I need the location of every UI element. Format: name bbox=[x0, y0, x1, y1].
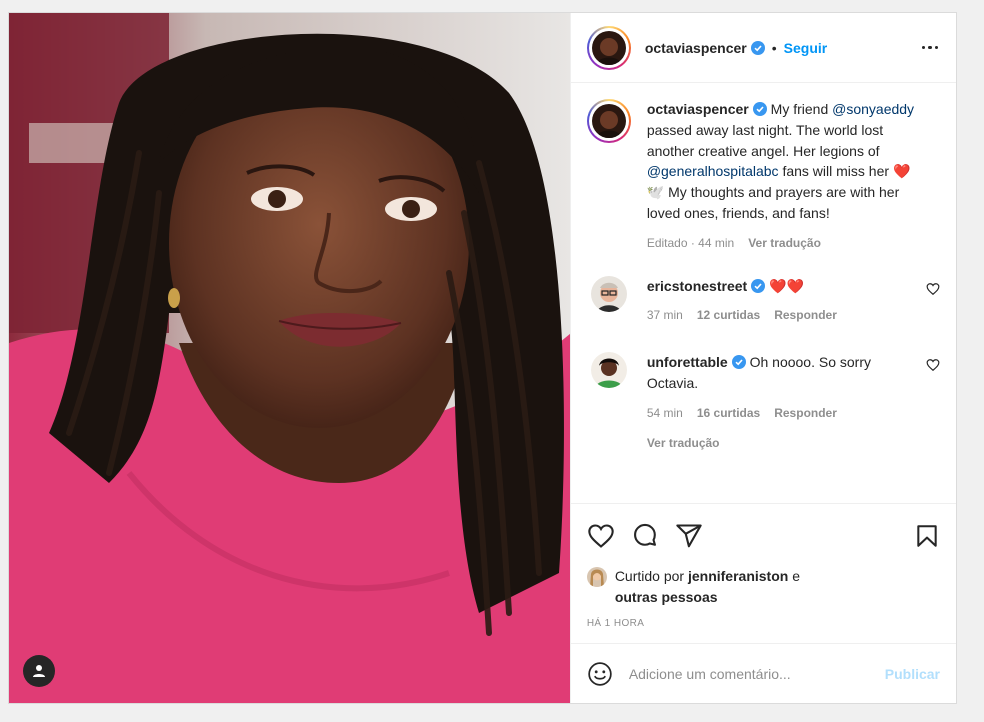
avatar[interactable] bbox=[590, 352, 627, 389]
avatar bbox=[591, 104, 626, 138]
author-username[interactable]: octaviaspencer bbox=[645, 40, 747, 56]
caption-body: octaviaspencer My friend @sonyaeddy pass… bbox=[647, 99, 940, 254]
likes-summary: Curtido por jenniferaniston e outras pes… bbox=[586, 566, 940, 608]
more-options-button[interactable] bbox=[920, 40, 941, 56]
share-paper-plane-icon[interactable] bbox=[675, 522, 703, 550]
comment-time: 54 min bbox=[646, 405, 683, 420]
comment-text: ❤️❤️ bbox=[769, 277, 804, 294]
post-timestamp[interactable]: Há 1 hora bbox=[587, 618, 940, 629]
see-translation-link[interactable]: Ver tradução bbox=[748, 233, 821, 254]
caption: octaviaspencer My friend @sonyaeddy pass… bbox=[586, 99, 940, 254]
verified-badge-icon bbox=[750, 40, 765, 55]
likes-prefix: Curtido por bbox=[614, 568, 685, 584]
action-icons bbox=[587, 518, 940, 554]
avatar[interactable] bbox=[590, 275, 627, 312]
comment-time: 37 min bbox=[646, 308, 683, 323]
post-header: octaviaspencer • Seguir bbox=[570, 13, 956, 83]
user-icon bbox=[33, 665, 45, 677]
caption-text: passed away last night. The world lost a… bbox=[646, 121, 884, 159]
comment-input[interactable] bbox=[628, 665, 885, 682]
heart-icon[interactable] bbox=[926, 358, 940, 372]
avatar[interactable] bbox=[586, 567, 607, 587]
reply-button[interactable]: Responder bbox=[774, 305, 837, 326]
comment-likes[interactable]: 16 curtidas bbox=[697, 403, 760, 424]
comment: unforettable Oh noooo. So sorry Octavia.… bbox=[587, 352, 940, 453]
comment: ericstonestreet ❤️❤️ 37 min 12 curtidas … bbox=[587, 275, 940, 327]
caption-meta: Editado · 44 min Ver tradução bbox=[647, 233, 920, 254]
verified-badge-icon bbox=[731, 355, 746, 370]
caption-avatar-ring[interactable] bbox=[586, 99, 631, 143]
avatar bbox=[591, 30, 626, 65]
reply-button[interactable]: Responder bbox=[774, 403, 837, 424]
comment-meta: 54 min 16 curtidas Responder bbox=[647, 403, 920, 424]
portrait-image bbox=[9, 13, 570, 703]
ellipsis-dot bbox=[934, 45, 938, 50]
verified-badge-icon bbox=[751, 278, 766, 293]
likes-text: Curtido por jenniferaniston e outras pes… bbox=[615, 566, 800, 608]
publish-button[interactable]: Publicar bbox=[885, 666, 940, 682]
edited-time: Editado · 44 min bbox=[646, 235, 735, 250]
see-translation-link[interactable]: Ver tradução bbox=[647, 433, 920, 454]
likes-others-link[interactable]: outras pessoas bbox=[615, 589, 718, 605]
comment-bubble-icon[interactable] bbox=[631, 522, 659, 550]
post-photo[interactable] bbox=[9, 13, 570, 703]
caption-text: fans will miss her bbox=[782, 163, 890, 180]
mention-link[interactable]: @sonyaeddy bbox=[832, 101, 914, 117]
comment-username[interactable]: unforettable bbox=[647, 354, 728, 370]
caption-text: My thoughts and prayers are with her lov… bbox=[646, 184, 900, 221]
comment-meta: 37 min 12 curtidas Responder bbox=[647, 305, 920, 326]
verified-badge-icon bbox=[752, 102, 767, 116]
liker-username[interactable]: jenniferaniston bbox=[688, 568, 788, 584]
like-heart-icon[interactable] bbox=[587, 522, 615, 550]
ellipsis-icon bbox=[921, 45, 925, 50]
post-actions: Curtido por jenniferaniston e outras pes… bbox=[570, 503, 956, 629]
add-comment-bar: Publicar bbox=[570, 643, 956, 703]
follow-button[interactable]: Seguir bbox=[784, 40, 828, 56]
author-avatar-ring[interactable] bbox=[586, 25, 631, 70]
bookmark-icon[interactable] bbox=[914, 523, 940, 549]
comment-body: unforettable Oh noooo. So sorry Octavia.… bbox=[647, 352, 940, 453]
emoji-smiley-icon[interactable] bbox=[587, 661, 613, 687]
comments-section[interactable]: octaviaspencer My friend @sonyaeddy pass… bbox=[571, 83, 956, 503]
ellipsis-dot bbox=[928, 45, 932, 50]
comment-likes[interactable]: 12 curtidas bbox=[697, 305, 760, 326]
likes-conj: e bbox=[792, 568, 801, 584]
comment-body: ericstonestreet ❤️❤️ 37 min 12 curtidas … bbox=[647, 276, 940, 327]
post-sidebar: octaviaspencer • Seguir octaviaspencer M… bbox=[569, 13, 956, 703]
mention-link[interactable]: @generalhospitalabc bbox=[647, 163, 779, 179]
separator-dot: • bbox=[771, 39, 777, 56]
post-dialog: octaviaspencer • Seguir octaviaspencer M… bbox=[8, 12, 957, 704]
comment-username[interactable]: ericstonestreet bbox=[647, 278, 747, 294]
caption-username[interactable]: octaviaspencer bbox=[647, 101, 749, 117]
heart-icon[interactable] bbox=[926, 282, 940, 296]
user-tag-button[interactable] bbox=[23, 655, 55, 687]
caption-text: My friend bbox=[770, 101, 829, 117]
